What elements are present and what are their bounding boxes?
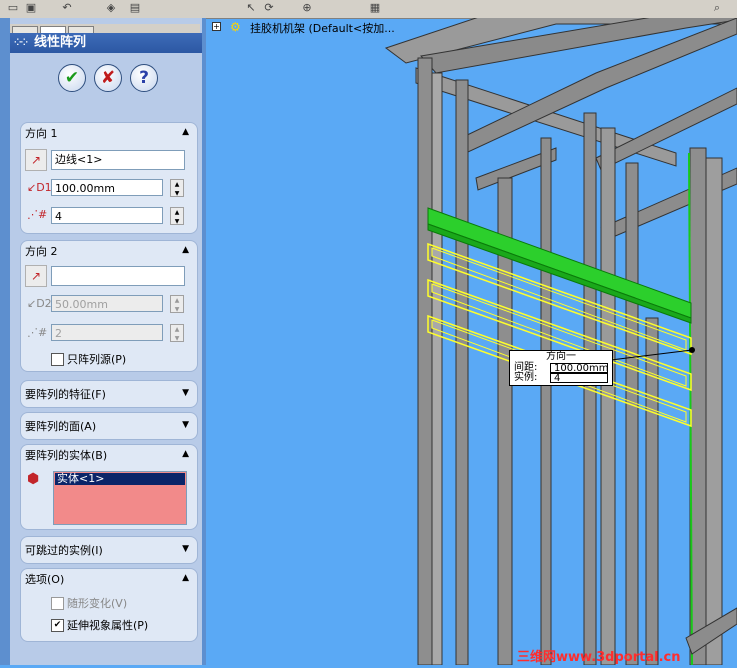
spacing-spinner[interactable]: ▲ ▼	[170, 179, 184, 197]
view-icon[interactable]: ▦	[368, 1, 382, 15]
callout-instances-label: 实例:	[514, 372, 538, 383]
direction2-instances-field[interactable]: 2	[51, 324, 163, 341]
save-icon[interactable]: ▭	[6, 1, 20, 15]
instances-icon: ⋰#	[27, 326, 48, 339]
spacing-icon: ↙D2	[27, 297, 52, 310]
seed-only-checkbox[interactable]	[51, 353, 64, 366]
direction2-spacing-field[interactable]: 50.00mm	[51, 295, 163, 312]
expand-arrow-icon[interactable]: ▼	[182, 388, 189, 398]
vary-sketch-checkbox[interactable]	[51, 597, 64, 610]
frame-model-drawing	[384, 7, 737, 666]
expand-arrow-icon[interactable]: ▼	[182, 420, 189, 430]
direction1-spacing-field[interactable]: 100.00mm	[51, 179, 163, 196]
direction1-edge-field[interactable]: 边线<1>	[51, 150, 185, 170]
callout-spacing-value[interactable]: 100.00mm	[550, 363, 608, 374]
instances-icon: ⋰#	[27, 208, 48, 221]
spacing-spinner[interactable]: ▲ ▼	[170, 295, 184, 313]
callout-instances-value[interactable]: 4	[550, 373, 608, 384]
reverse-direction-icon[interactable]: ↗	[25, 149, 47, 171]
bodies-list[interactable]: 实体<1>	[53, 471, 187, 525]
options-group: 选项(O) ▲ 随形变化(V) ✔ 延伸视象属性(P)	[20, 568, 198, 642]
faces-group[interactable]: 要阵列的面(A) ▼	[20, 412, 198, 440]
top-toolbar: ▭ ▣ ↶ ◈ ▤ ↖ ⟳ ⊕ ▦ ⌕	[0, 0, 737, 19]
direction1-group: 方向 1 ▲ ↗ 边线<1> ↙D1 100.00mm ▲ ▼ ⋰# 4 ▲ ▼	[20, 122, 198, 234]
features-header[interactable]: 要阵列的特征(F)	[25, 386, 106, 402]
callout-title: 方向一	[546, 351, 576, 362]
vary-sketch-label: 随形变化(V)	[67, 597, 128, 610]
tree-root-label[interactable]: 挂胶机机架 (Default<按加...	[250, 20, 395, 36]
skip-group[interactable]: 可跳过的实例(I) ▼	[20, 536, 198, 564]
print-icon[interactable]: ▣	[24, 1, 38, 15]
direction1-header[interactable]: 方向 1	[25, 125, 58, 141]
collapse-arrow-icon[interactable]: ▲	[182, 449, 189, 459]
bodies-group: 要阵列的实体(B) ▲ ⬢ 实体<1>	[20, 444, 198, 530]
instances-spinner[interactable]: ▲ ▼	[170, 324, 184, 342]
direction2-group: 方向 2 ▲ ↗ ↙D2 50.00mm ▲ ▼ ⋰# 2 ▲ ▼ 只阵列源(P)	[20, 240, 198, 372]
help-button[interactable]: ?	[130, 64, 158, 92]
rotate-icon[interactable]: ⟳	[262, 1, 276, 15]
watermark: 三维网www.3dportal.cn	[517, 650, 681, 665]
direction2-edge-field[interactable]	[51, 266, 185, 286]
pattern-callout[interactable]: 方向一 间距: 100.00mm 实例: 4	[509, 350, 613, 386]
graphics-viewport[interactable]	[206, 7, 737, 666]
expand-plus-icon[interactable]: +	[212, 22, 221, 31]
propagate-label: 延伸视象属性(P)	[67, 619, 149, 632]
options-icon[interactable]: ▤	[128, 1, 142, 15]
linear-pattern-icon: ⁘⁘	[14, 38, 28, 48]
zoom-icon[interactable]: ⊕	[300, 1, 314, 15]
collapse-arrow-icon[interactable]: ▲	[182, 245, 189, 255]
expand-arrow-icon[interactable]: ▼	[182, 544, 189, 554]
seed-only-label: 只阵列源(P)	[67, 353, 127, 366]
select-icon[interactable]: ↖	[244, 1, 258, 15]
list-item[interactable]: 实体<1>	[55, 473, 185, 485]
faces-header[interactable]: 要阵列的面(A)	[25, 418, 96, 434]
options-header[interactable]: 选项(O)	[25, 571, 64, 587]
reverse-direction-icon[interactable]: ↗	[25, 265, 47, 287]
help-toolbar-icon[interactable]: ⌕	[710, 1, 724, 15]
cancel-button[interactable]: ✘	[94, 64, 122, 92]
collapse-arrow-icon[interactable]: ▲	[182, 127, 189, 137]
direction2-header[interactable]: 方向 2	[25, 243, 58, 259]
part-icon: ⚙	[230, 20, 241, 34]
spacing-icon: ↙D1	[27, 181, 52, 194]
bodies-header[interactable]: 要阵列的实体(B)	[25, 447, 107, 463]
propagate-checkbox[interactable]: ✔	[51, 619, 64, 632]
skip-header[interactable]: 可跳过的实例(I)	[25, 542, 103, 558]
instances-spinner[interactable]: ▲ ▼	[170, 207, 184, 225]
features-group[interactable]: 要阵列的特征(F) ▼	[20, 380, 198, 408]
undo-icon[interactable]: ↶	[60, 1, 74, 15]
body-icon: ⬢	[27, 471, 40, 487]
direction1-instances-field[interactable]: 4	[51, 207, 163, 224]
ok-button[interactable]: ✔	[58, 64, 86, 92]
collapse-arrow-icon[interactable]: ▲	[182, 573, 189, 583]
panel-title-bar: ⁘⁘ 线性阵列	[10, 33, 202, 53]
panel-title: 线性阵列	[34, 35, 87, 50]
rebuild-icon[interactable]: ◈	[104, 1, 118, 15]
